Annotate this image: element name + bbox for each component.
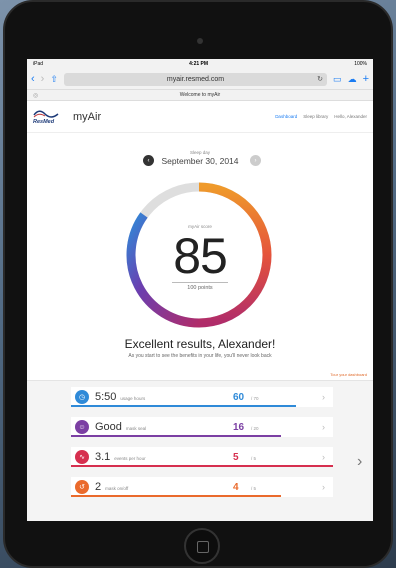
battery-label: 100%: [354, 61, 367, 67]
result-headline: Excellent results, Alexander!: [124, 337, 276, 351]
top-nav: Dashboard Sleep library Hello, Alexander: [275, 114, 367, 119]
nav-dashboard[interactable]: Dashboard: [275, 114, 297, 119]
metric-row-usage[interactable]: ◷ 5:50 usage hours 60 / 70 ›: [71, 387, 333, 407]
camera: [197, 38, 203, 44]
cloud-tabs-icon[interactable]: ☁: [348, 74, 357, 85]
resmed-wave-icon: [33, 110, 59, 118]
back-icon[interactable]: ‹: [31, 73, 35, 85]
metrics-panel: ◷ 5:50 usage hours 60 / 70 › ☺ Good mask…: [27, 380, 373, 521]
status-bar: iPad 4:21 PM 100%: [27, 59, 373, 69]
device-label: iPad: [33, 61, 44, 67]
metric-max: / 5: [251, 485, 257, 491]
mask-on-off-icon: ↺: [75, 480, 89, 494]
metric-row-events[interactable]: ∿ 3.1 events per hour 5 / 5 ›: [71, 447, 333, 467]
metric-progress-bar: [71, 435, 281, 437]
date-label: Sleep day: [189, 150, 210, 155]
clock-icon: ◷: [75, 390, 89, 404]
forward-icon[interactable]: ›: [41, 73, 45, 85]
metric-label: mask on/off: [105, 486, 129, 491]
metric-progress-bar: [71, 495, 281, 497]
metric-progress-bar: [71, 465, 333, 467]
date-value: September 30, 2014: [161, 156, 239, 166]
app-header: ResMed myAir Dashboard Sleep library Hel…: [27, 101, 373, 133]
date-selector: Sleep day September 30, 2014: [27, 150, 373, 166]
metric-points: 4: [233, 481, 239, 493]
chevron-right-icon: ›: [322, 392, 325, 402]
chevron-right-icon: ›: [322, 422, 325, 432]
events-icon: ∿: [75, 450, 89, 464]
metric-max: / 5: [251, 455, 257, 461]
chevron-right-icon: ›: [322, 482, 325, 492]
tour-link[interactable]: Tour your dashboard: [330, 372, 367, 377]
metric-max: / 70: [251, 395, 259, 401]
screen: iPad 4:21 PM 100% ‹ › ⇧ myair.resmed.com…: [27, 59, 373, 521]
nav-user-menu[interactable]: Hello, Alexander: [334, 114, 367, 119]
reader-icon[interactable]: ◎: [33, 92, 38, 99]
company-name: ResMed: [33, 118, 55, 125]
url-text: myair.resmed.com: [166, 75, 225, 83]
score-divider: [172, 282, 228, 283]
score-max: 100 points: [187, 285, 213, 291]
home-button[interactable]: [184, 528, 220, 564]
metric-max: / 20: [251, 425, 259, 431]
address-bar[interactable]: myair.resmed.com ↻: [63, 72, 328, 86]
chevron-right-icon: ›: [322, 452, 325, 462]
score-value: 85: [173, 228, 228, 284]
reload-icon[interactable]: ↻: [317, 75, 323, 83]
metric-row-mask-seal[interactable]: ☺ Good mask seal 16 / 20 ›: [71, 417, 333, 437]
metric-label: mask seal: [125, 426, 147, 431]
tab-title[interactable]: Welcome to myAir: [180, 92, 220, 98]
browser-toolbar: ‹ › ⇧ myair.resmed.com ↻ ▭ ☁ +: [27, 69, 373, 89]
nav-sleep-library[interactable]: Sleep library: [303, 114, 328, 119]
result-subline: As you start to see the benefits in your…: [128, 353, 272, 359]
metric-label: events per hour: [114, 456, 146, 461]
metric-label: usage hours: [120, 396, 146, 401]
next-page-chevron-icon[interactable]: ›: [357, 453, 362, 471]
metric-value: 5:50: [95, 391, 117, 403]
resmed-logo[interactable]: ResMed: [33, 109, 69, 125]
metric-progress-bar: [71, 405, 297, 407]
metric-value: 3.1: [95, 451, 111, 463]
new-tab-icon[interactable]: +: [363, 73, 369, 85]
metric-points: 60: [233, 391, 245, 403]
app-name: myAir: [73, 110, 102, 123]
metric-points: 5: [233, 451, 239, 463]
metric-value: 2: [95, 481, 102, 493]
share-icon[interactable]: ⇧: [50, 74, 58, 85]
metric-points: 16: [233, 421, 245, 433]
clock: 4:21 PM: [189, 61, 209, 67]
bookmarks-icon[interactable]: ▭: [333, 74, 342, 85]
metric-value: Good: [95, 421, 122, 433]
mask-seal-icon: ☺: [75, 420, 89, 434]
tab-bar: ◎ Welcome to myAir: [27, 89, 373, 101]
metric-row-mask-on-off[interactable]: ↺ 2 mask on/off 4 / 5 ›: [71, 477, 333, 497]
